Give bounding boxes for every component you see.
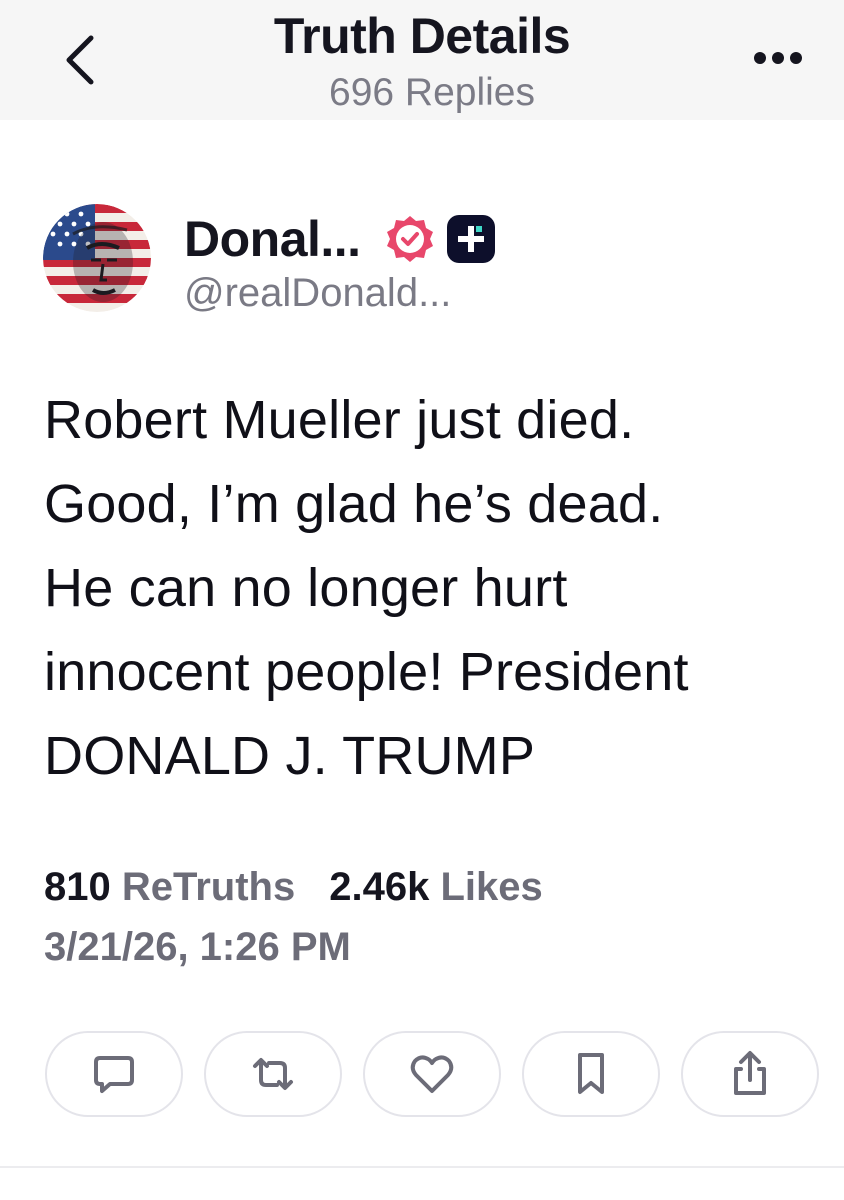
heart-icon	[410, 1055, 454, 1093]
more-horizontal-icon	[754, 52, 802, 64]
post-line: innocent people! President	[44, 642, 689, 702]
like-button[interactable]	[363, 1031, 501, 1117]
likes-label: Likes	[440, 865, 543, 909]
verified-badge-icon	[385, 214, 435, 264]
plus-badge-icon	[445, 213, 497, 265]
post-timestamp: 3/21/26, 1:26 PM	[44, 925, 351, 969]
top-navigation-bar: Truth Details 696 Replies	[0, 0, 844, 120]
divider	[0, 1166, 844, 1168]
replies-count[interactable]: 696 Replies	[0, 70, 844, 116]
author-name[interactable]: Donal...	[184, 209, 361, 269]
repost-icon	[253, 1058, 293, 1090]
engagement-stats: 810 ReTruths 2.46k Likes	[44, 862, 543, 912]
post-line: Good, I’m glad he’s dead.	[44, 474, 664, 534]
bookmark-button[interactable]	[522, 1031, 660, 1117]
post-text: Robert Mueller just died. Good, I’m glad…	[44, 378, 824, 798]
comment-icon	[94, 1056, 134, 1093]
flag-portrait-avatar-image	[43, 204, 151, 312]
post-line: He can no longer hurt	[44, 558, 568, 618]
post-line: Robert Mueller just died.	[44, 390, 635, 450]
avatar[interactable]	[43, 204, 151, 312]
retruths-stat[interactable]: 810 ReTruths	[44, 865, 295, 909]
retruth-button[interactable]	[204, 1031, 342, 1117]
share-icon	[734, 1051, 766, 1095]
share-button[interactable]	[681, 1031, 819, 1117]
truth-details-screen: Truth Details 696 Replies Donal... @real…	[0, 0, 844, 1200]
likes-stat[interactable]: 2.46k Likes	[329, 865, 543, 909]
reply-button[interactable]	[45, 1031, 183, 1117]
retruths-label: ReTruths	[121, 865, 296, 909]
retruths-count: 810	[44, 865, 111, 909]
author-handle[interactable]: @realDonald...	[184, 268, 451, 318]
more-options-button[interactable]	[745, 36, 811, 80]
likes-count: 2.46k	[329, 865, 430, 909]
post-line: DONALD J. TRUMP	[44, 726, 536, 786]
page-title: Truth Details	[273, 8, 571, 64]
author-name-row: Donal...	[184, 208, 497, 270]
bookmark-icon	[578, 1053, 604, 1094]
